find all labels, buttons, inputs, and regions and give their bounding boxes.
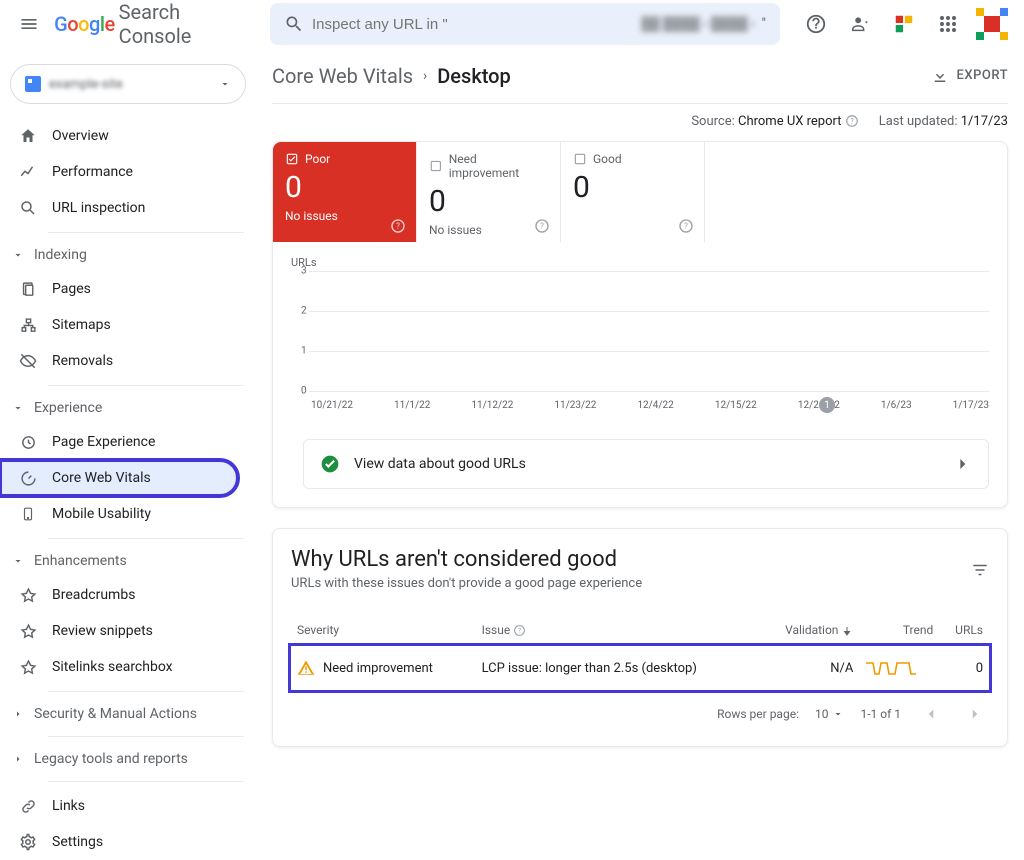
prev-page-button[interactable] [917, 700, 945, 728]
notification-icon[interactable] [884, 4, 924, 44]
chevron-down-icon [12, 249, 24, 261]
sidebar-item-core-web-vitals[interactable]: Core Web Vitals [0, 460, 238, 496]
help-icon[interactable]: ? [390, 218, 406, 234]
apps-icon[interactable] [928, 4, 968, 44]
last-updated: Last updated: 1/17/23 [879, 114, 1008, 129]
hamburger-menu[interactable] [12, 4, 46, 44]
sidebar-item-links[interactable]: Links [0, 788, 238, 824]
col-issue[interactable]: Issue ? [476, 615, 760, 646]
sidebar-item-breadcrumbs[interactable]: Breadcrumbs [0, 577, 238, 613]
warning-icon [297, 659, 315, 677]
table-row[interactable]: Need improvement LCP issue: longer than … [291, 646, 989, 691]
svg-text:?: ? [396, 222, 400, 231]
search-input[interactable] [312, 16, 641, 33]
sidebar-item-pages[interactable]: Pages [0, 271, 238, 307]
chevron-right-icon [12, 753, 24, 765]
sidebar-section-security[interactable]: Security & Manual Actions [0, 698, 256, 730]
help-icon[interactable]: ? [678, 218, 694, 234]
chevron-right-icon: › [423, 68, 427, 84]
col-validation[interactable]: Validation [759, 615, 859, 646]
chevron-down-icon [219, 78, 231, 90]
chevron-right-icon [952, 454, 972, 474]
sidebar-section-enhancements[interactable]: Enhancements [0, 545, 256, 577]
svg-text:?: ? [850, 117, 854, 125]
page-range: 1-1 of 1 [860, 707, 901, 721]
sidebar-item-page-experience[interactable]: Page Experience [0, 424, 238, 460]
breadcrumb: Core Web Vitals › Desktop EXPORT [272, 48, 1008, 104]
breadcrumb-parent[interactable]: Core Web Vitals [272, 64, 413, 88]
status-chart-card: Poor 0 No issues ? Need improvement 0 No… [272, 141, 1008, 508]
search-icon [284, 14, 304, 34]
col-trend[interactable]: Trend [859, 615, 939, 646]
sidebar-section-indexing[interactable]: Indexing [0, 239, 256, 271]
chart-title: URLs [291, 256, 989, 269]
issues-table: Severity Issue ? Validation Trend URLs N… [291, 615, 989, 690]
sidebar-item-overview[interactable]: Overview [0, 118, 238, 154]
help-icon[interactable]: ? [534, 218, 550, 234]
chevron-down-icon [12, 402, 24, 414]
issues-card: Why URLs aren't considered good URLs wit… [272, 528, 1008, 747]
svg-text:?: ? [518, 627, 521, 635]
view-good-urls-row[interactable]: View data about good URLs [303, 439, 989, 489]
urls-chart: 321010/21/2211/1/2211/12/2211/23/2212/4/… [301, 271, 989, 411]
check-circle-icon [320, 454, 340, 474]
sidebar-item-mobile-usability[interactable]: Mobile Usability [0, 496, 238, 532]
col-urls[interactable]: URLs [939, 615, 989, 646]
svg-text:?: ? [540, 222, 544, 231]
sidebar-item-sitelinks-searchbox[interactable]: Sitelinks searchbox [0, 649, 238, 685]
svg-text:?: ? [684, 222, 688, 231]
sidebar-item-sitemaps[interactable]: Sitemaps [0, 307, 238, 343]
sidebar-item-review-snippets[interactable]: Review snippets [0, 613, 238, 649]
pager: Rows per page: 10 1-1 of 1 [291, 700, 989, 728]
rows-per-page-select[interactable]: 10 [815, 707, 845, 721]
breadcrumb-current: Desktop [437, 64, 511, 88]
download-icon [931, 67, 949, 85]
sidebar-item-settings[interactable]: Settings [0, 824, 238, 860]
account-avatar[interactable] [972, 4, 1012, 44]
users-icon[interactable] [840, 4, 880, 44]
property-label: example-site [49, 77, 211, 92]
sidebar-section-experience[interactable]: Experience [0, 392, 256, 424]
property-selector[interactable]: example-site [10, 64, 246, 104]
help-icon[interactable]: ? [845, 114, 859, 128]
help-icon[interactable] [796, 4, 836, 44]
sidebar-item-url-inspection[interactable]: URL inspection [0, 190, 238, 226]
sidebar: example-site Overview Performance URL in… [0, 48, 256, 860]
product-name: Search Console [119, 0, 228, 48]
source-label: Source: Chrome UX report ? [691, 114, 858, 129]
sidebar-section-legacy[interactable]: Legacy tools and reports [0, 743, 256, 775]
chevron-down-icon [832, 708, 844, 720]
trend-sparkline [865, 658, 917, 678]
issues-subtitle: URLs with these issues don't provide a g… [291, 576, 989, 591]
product-logo[interactable]: Google Search Console [54, 0, 228, 48]
col-severity[interactable]: Severity [291, 615, 476, 646]
chevron-down-icon [12, 555, 24, 567]
chevron-right-icon [12, 708, 24, 720]
sidebar-item-removals[interactable]: Removals [0, 343, 238, 379]
status-tab-poor[interactable]: Poor 0 No issues ? [273, 142, 417, 242]
help-icon[interactable]: ? [513, 624, 526, 637]
next-page-button[interactable] [961, 700, 989, 728]
issues-title: Why URLs aren't considered good [291, 547, 989, 572]
status-tab-good[interactable]: Good 0 ? [561, 142, 705, 242]
sidebar-item-performance[interactable]: Performance [0, 154, 238, 190]
url-search-bar[interactable]: ██ ████ ▪ ████ ▪ " [270, 3, 780, 45]
filter-icon[interactable] [971, 561, 989, 579]
export-button[interactable]: EXPORT [931, 67, 1008, 85]
sort-desc-icon [841, 625, 853, 637]
status-tab-need-improvement[interactable]: Need improvement 0 No issues ? [417, 142, 561, 242]
